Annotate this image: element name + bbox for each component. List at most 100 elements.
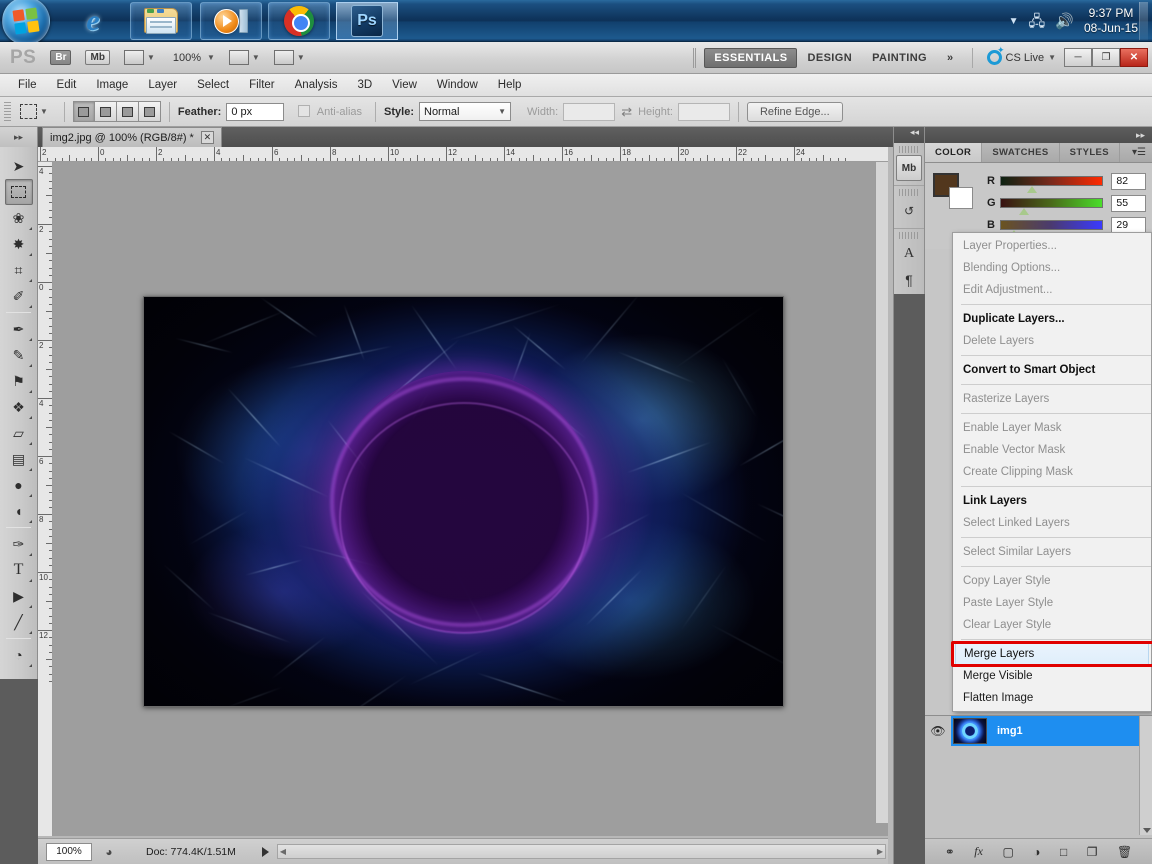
new-layer-icon[interactable]: ❐ [1087,845,1098,859]
show-desktop-button[interactable] [1139,2,1148,40]
panel-grip[interactable] [899,232,919,239]
screen-mode-button[interactable]: ▼ [274,50,305,65]
dodge-tool[interactable]: ◖ [5,498,33,524]
menu-item-merge-layers[interactable]: Merge Layers [955,643,1149,665]
document-tab-img2[interactable]: img2.jpg @ 100% (RGB/8#) * ✕ [42,127,222,147]
eraser-tool[interactable]: ▱ [5,420,33,446]
menu-item-convert-to-smart-object[interactable]: Convert to Smart Object [953,359,1151,381]
cs-live-button[interactable]: CS Live ▼ [987,50,1056,65]
menu-filter[interactable]: Filter [239,76,285,94]
green-slider[interactable] [1000,198,1103,208]
volume-icon[interactable]: 🔊 [1055,14,1074,29]
menu-item-link-layers[interactable]: Link Layers [953,490,1151,512]
arrange-documents-button[interactable]: ▼ [229,50,260,65]
background-color-swatch[interactable] [949,187,973,209]
color-panel-swatches[interactable] [933,173,973,211]
show-hidden-icons-icon[interactable]: ▼ [1009,16,1019,27]
clone-stamp-tool[interactable]: ⚑ [5,368,33,394]
green-slider-thumb[interactable] [1019,208,1029,215]
tab-styles[interactable]: STYLES [1060,143,1120,162]
quick-selection-tool[interactable]: ✸ [5,231,33,257]
green-value-input[interactable]: 55 [1111,195,1146,212]
new-group-icon[interactable]: □ [1060,845,1067,859]
subtract-from-selection-button[interactable] [117,101,139,122]
history-icon[interactable]: ↺ [896,198,922,224]
adjustment-layer-icon[interactable]: ◑ [1033,845,1040,859]
layer-mask-icon[interactable]: ▢ [1002,845,1013,859]
layer-thumbnail[interactable] [953,718,987,744]
red-value-input[interactable]: 82 [1111,173,1146,190]
rectangular-marquee-tool[interactable] [5,179,33,205]
zoom-level-label[interactable]: 100% [173,52,201,64]
menu-help[interactable]: Help [488,76,532,94]
menu-edit[interactable]: Edit [47,76,87,94]
blue-slider[interactable] [1000,220,1103,230]
taskbar-windows-explorer[interactable] [130,2,192,40]
menu-item-merge-visible[interactable]: Merge Visible [953,665,1151,687]
rectangular-marquee-icon[interactable] [20,104,37,119]
close-button[interactable]: ✕ [1120,48,1148,67]
view-extras-button[interactable]: ▼ [124,50,155,65]
menu-image[interactable]: Image [86,76,138,94]
layer-name[interactable]: img1 [997,725,1023,737]
brush-tool[interactable]: ✎ [5,342,33,368]
launch-bridge-button[interactable]: Br [50,50,71,65]
red-slider-thumb[interactable] [1027,186,1037,193]
menu-3d[interactable]: 3D [347,76,382,94]
dock-collapse-button[interactable]: ◂◂ [894,127,924,143]
scroll-left-icon[interactable]: ◀ [280,847,286,856]
tab-color[interactable]: COLOR [925,143,982,162]
paragraph-icon[interactable]: ¶ [896,267,922,293]
add-to-selection-button[interactable] [95,101,117,122]
expand-panels-button[interactable]: ▸▸ [0,127,38,147]
layer-visibility-icon[interactable]: 👁 [925,716,951,746]
blur-tool[interactable]: ● [5,472,33,498]
document-canvas[interactable] [143,296,784,707]
spot-healing-brush-tool[interactable]: ✒ [5,316,33,342]
preview-options-icon[interactable]: ◕ [98,843,120,861]
menu-item-flatten-image[interactable]: Flatten Image [953,687,1151,709]
delete-layer-icon[interactable]: 🗑 [1117,845,1132,859]
options-bar-grip[interactable] [4,102,11,122]
tool-preset-chevron-down-icon[interactable]: ▼ [40,107,48,116]
workspace-more-button[interactable]: » [937,48,964,68]
3d-object-rotate-tool[interactable]: ◔ [5,642,33,668]
menu-analysis[interactable]: Analysis [285,76,348,94]
feather-input[interactable]: 0 px [226,103,284,121]
launch-mini-bridge-button[interactable]: Mb [85,50,109,65]
layer-style-icon[interactable]: fx [974,844,983,859]
style-select[interactable]: Normal ▼ [419,102,511,121]
lasso-tool[interactable]: ❀ [5,205,33,231]
menu-select[interactable]: Select [187,76,239,94]
taskbar-google-chrome[interactable] [268,2,330,40]
status-menu-arrow-icon[interactable] [262,847,269,857]
intersect-selection-button[interactable] [139,101,161,122]
scroll-down-icon[interactable] [1143,828,1151,833]
character-icon[interactable]: A [896,241,922,267]
panel-menu-icon[interactable]: ▾☰ [1126,143,1152,162]
panel-grip[interactable] [899,146,919,153]
scroll-right-icon[interactable]: ▶ [877,847,883,856]
gradient-tool[interactable]: ▤ [5,446,33,472]
menu-view[interactable]: View [382,76,427,94]
new-selection-button[interactable] [73,101,95,122]
restore-button[interactable]: ❐ [1092,48,1120,67]
menu-item-duplicate-layers[interactable]: Duplicate Layers... [953,308,1151,330]
refine-edge-button[interactable]: Refine Edge... [747,102,843,122]
path-selection-tool[interactable]: ▶ [5,583,33,609]
taskbar-internet-explorer[interactable]: e [62,2,124,40]
workspace-painting[interactable]: PAINTING [862,48,937,68]
zoom-percentage-input[interactable]: 100% [46,843,92,861]
anti-alias-checkbox[interactable]: Anti-alias [298,105,367,118]
eyedropper-tool[interactable]: ✐ [5,283,33,309]
canvas-horizontal-scrollbar[interactable]: ◀ ▶ [277,844,886,859]
menu-file[interactable]: File [8,76,47,94]
workspace-essentials[interactable]: ESSENTIALS [704,48,797,68]
panel-grip[interactable] [899,189,919,196]
panel-collapse-button[interactable]: ▸▸ [925,127,1152,143]
line-tool[interactable]: ╱ [5,609,33,635]
close-icon[interactable]: ✕ [201,131,214,144]
red-slider[interactable] [1000,176,1103,186]
layers-scrollbar[interactable] [1139,716,1152,835]
minimize-button[interactable]: ─ [1064,48,1092,67]
